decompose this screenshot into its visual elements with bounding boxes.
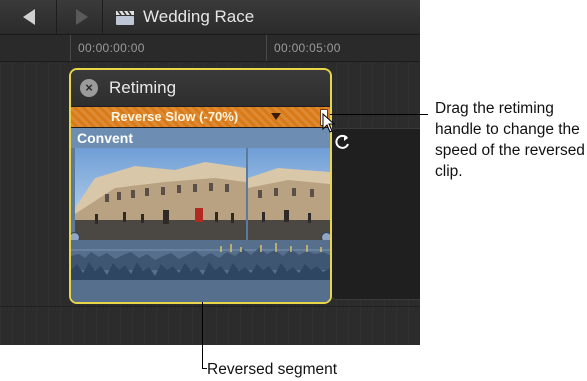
retiming-header: × Retiming <box>71 70 330 106</box>
speed-bar[interactable]: Reverse Slow (-70%) <box>71 107 330 127</box>
toolbar-divider <box>102 0 103 34</box>
segment-callout: Reversed segment <box>207 361 338 378</box>
timecode-5s: 00:00:05:00 <box>274 41 341 55</box>
callout-leader-line <box>202 302 203 368</box>
handle-callout: Drag the retiming handle to change the s… <box>435 100 585 180</box>
clip-header: Convent <box>71 128 330 148</box>
timecode-ruler[interactable]: 00:00:00:00 00:00:05:00 <box>0 35 420 62</box>
lane-divider <box>0 306 420 307</box>
timecode-start: 00:00:00:00 <box>78 41 145 55</box>
retime-cursor-icon <box>335 134 349 149</box>
project-title: Wedding Race <box>143 7 255 26</box>
clip-thumbnail <box>248 148 330 240</box>
adjacent-clip[interactable] <box>330 128 420 300</box>
speed-menu-caret-icon[interactable] <box>271 113 281 120</box>
toolbar-divider <box>56 0 57 34</box>
clip-name: Convent <box>77 130 133 146</box>
retiming-editor[interactable]: × Retiming Reverse Slow (-70%) Convent <box>69 68 332 304</box>
pointer-cursor-icon <box>322 113 336 133</box>
callout-leader-line <box>330 114 428 115</box>
ruler-tick <box>70 35 71 61</box>
close-icon[interactable]: × <box>80 79 98 97</box>
ruler-tick <box>266 35 267 61</box>
video-clip[interactable]: Convent <box>71 128 330 302</box>
timeline-toolbar: Wedding Race <box>0 0 420 35</box>
clapperboard-icon <box>116 11 134 25</box>
retiming-title: Retiming <box>109 78 177 97</box>
back-arrow-icon[interactable] <box>23 9 35 25</box>
forward-arrow-icon[interactable] <box>76 9 88 25</box>
audio-waveform <box>71 240 330 302</box>
speed-label: Reverse Slow (-70%) <box>111 109 239 124</box>
timeline-window: Wedding Race 00:00:00:00 00:00:05:00 × R… <box>0 0 420 345</box>
clip-thumbnail <box>75 148 246 240</box>
